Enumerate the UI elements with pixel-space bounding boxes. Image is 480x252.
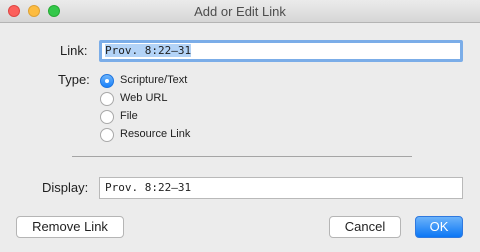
link-dialog: Add or Edit Link Link: Prov. 8:22–31 Typ… [0, 0, 480, 252]
window-title: Add or Edit Link [194, 4, 286, 19]
cancel-button[interactable]: Cancel [329, 216, 401, 238]
type-label: Type: [58, 72, 90, 87]
remove-link-button[interactable]: Remove Link [16, 216, 124, 238]
radio-label: Web URL [120, 92, 168, 104]
display-label: Display: [42, 180, 89, 195]
link-input-value: Prov. 8:22–31 [105, 44, 192, 57]
section-divider [72, 156, 412, 157]
radio-label: Scripture/Text [120, 74, 188, 86]
radio-button[interactable] [100, 92, 114, 106]
radio-button-selected[interactable] [100, 74, 114, 88]
link-input[interactable]: Prov. 8:22–31 [99, 40, 463, 62]
link-label: Link: [60, 43, 88, 58]
display-input[interactable]: Prov. 8:22–31 [99, 177, 463, 199]
ok-button[interactable]: OK [415, 216, 463, 238]
radio-label: File [120, 110, 138, 122]
radio-button[interactable] [100, 110, 114, 124]
radio-label: Resource Link [120, 128, 191, 140]
radio-button[interactable] [100, 128, 114, 142]
title-bar: Add or Edit Link [0, 0, 480, 23]
